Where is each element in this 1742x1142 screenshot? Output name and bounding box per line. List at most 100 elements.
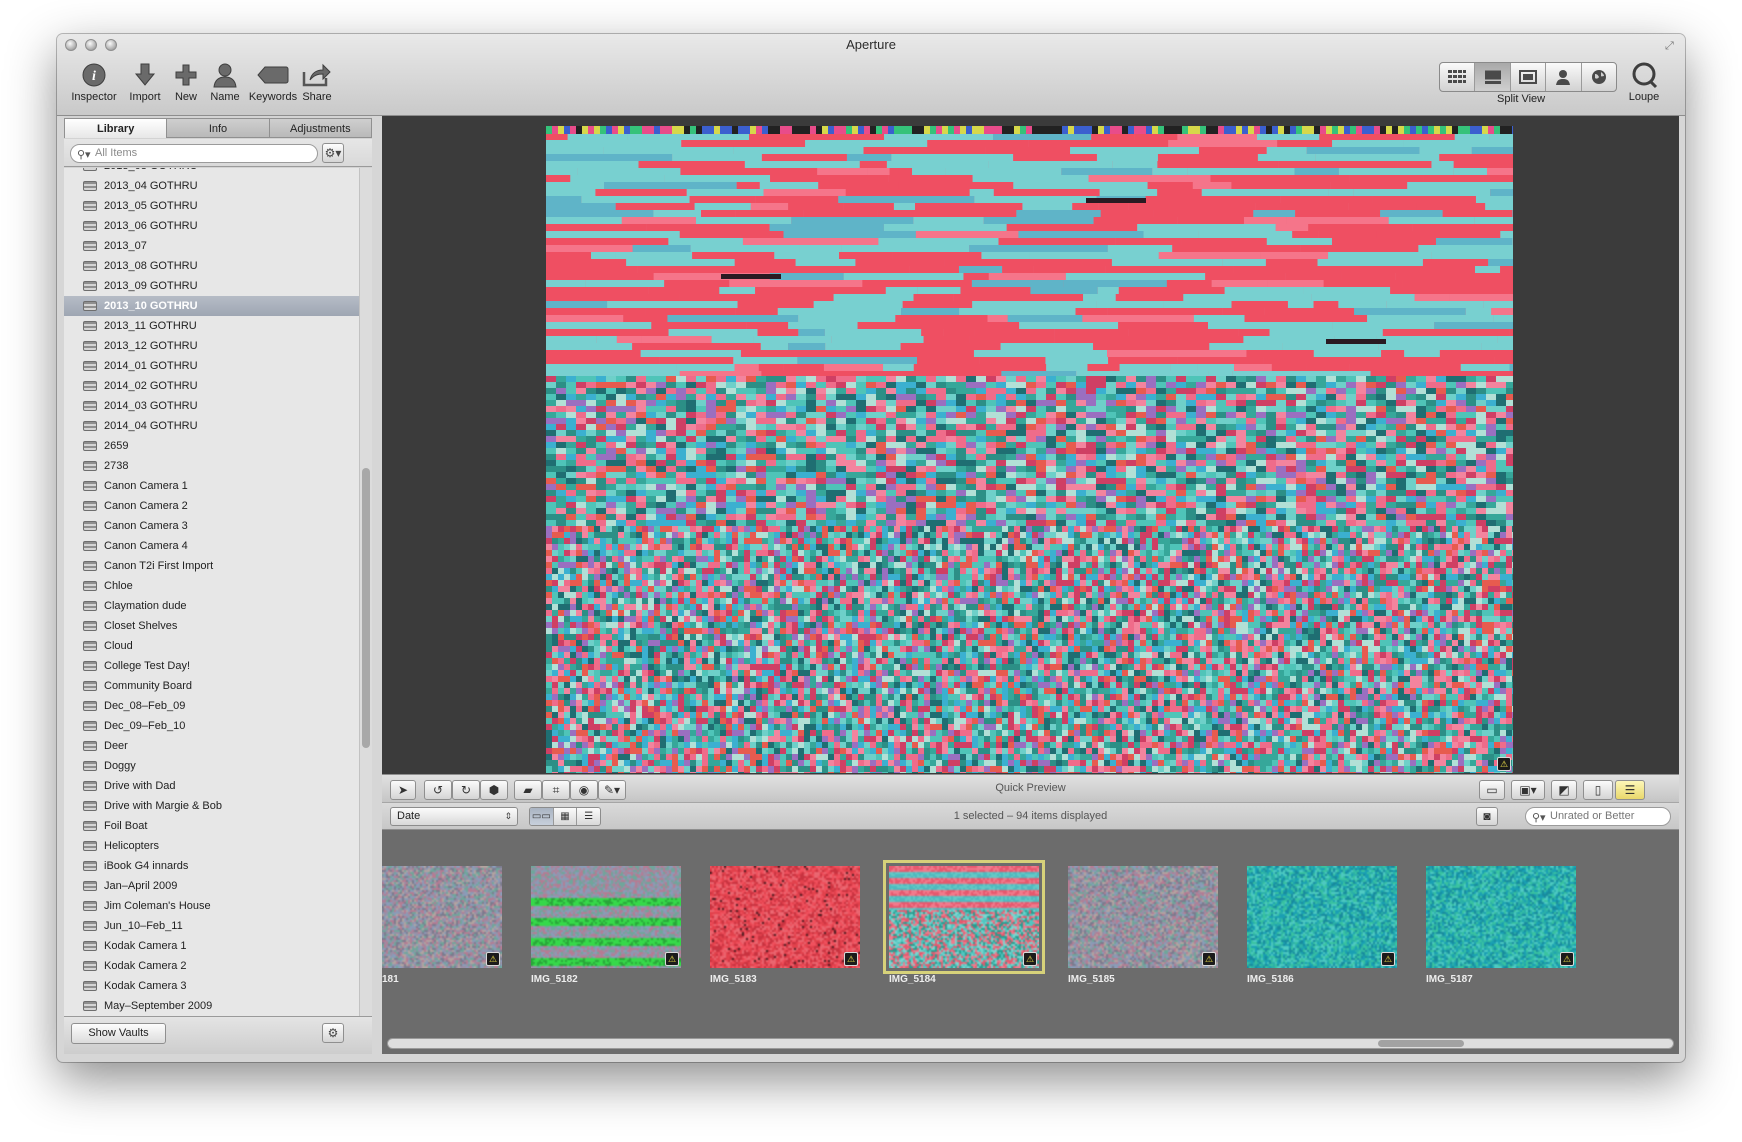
project-item[interactable]: Kodak Camera 2 <box>64 956 359 976</box>
project-item[interactable]: Kodak Camera 3 <box>64 976 359 996</box>
project-item[interactable]: Helicopters <box>64 836 359 856</box>
project-item[interactable]: Deer <box>64 736 359 756</box>
viewer-options-icon: ▣▾ <box>1519 783 1537 797</box>
rotate-right-button[interactable]: ↻ <box>452 780 480 800</box>
sort-select[interactable]: Date ⇕ <box>390 807 518 826</box>
project-item[interactable]: 2013_08 GOTHRU <box>64 256 359 276</box>
sidebar-tabs: Library Info Adjustments <box>64 118 372 138</box>
project-item[interactable]: 2013_06 GOTHRU <box>64 216 359 236</box>
filmstrip-thumbnail[interactable]: ⚠ IMG_5186 <box>1247 866 1397 985</box>
filmstrip-thumbnail[interactable]: ⚠ IMG_5183 <box>710 866 860 985</box>
project-item[interactable]: Dec_09–Feb_10 <box>64 716 359 736</box>
project-item[interactable]: Jan–April 2009 <box>64 876 359 896</box>
browser-view-button[interactable] <box>1440 63 1476 91</box>
project-item[interactable]: Canon Camera 2 <box>64 496 359 516</box>
project-item[interactable]: Closet Shelves <box>64 616 359 636</box>
rotate-left-button[interactable]: ↺ <box>424 780 452 800</box>
project-item[interactable]: Drive with Dad <box>64 776 359 796</box>
brush-button[interactable]: ✎▾ <box>598 780 626 800</box>
filmstrip-scrollbar[interactable] <box>387 1038 1674 1049</box>
browser-view-mode[interactable]: ▭▭ ▦ ☰ <box>529 807 601 826</box>
fullscreen-icon[interactable]: ⤢ <box>1665 40 1677 52</box>
project-item[interactable]: 2014_03 GOTHRU <box>64 396 359 416</box>
faces-button[interactable] <box>1546 63 1582 91</box>
project-item[interactable]: 2013_03 GOTHRU <box>64 168 359 176</box>
split-view-button[interactable] <box>1475 63 1511 91</box>
project-item[interactable]: Canon Camera 3 <box>64 516 359 536</box>
thumbnail-image <box>531 866 681 968</box>
project-item[interactable]: 2659 <box>64 436 359 456</box>
project-item[interactable]: Dec_08–Feb_09 <box>64 696 359 716</box>
tab-info[interactable]: Info <box>167 118 270 138</box>
inspector-button[interactable]: i Inspector <box>67 60 121 103</box>
project-item[interactable]: 2013_09 GOTHRU <box>64 276 359 296</box>
tab-adjustments[interactable]: Adjustments <box>269 118 372 138</box>
fullscreen-view-button[interactable]: ▭ <box>1479 780 1505 800</box>
project-item[interactable]: Chloe <box>64 576 359 596</box>
project-item[interactable]: iBook G4 innards <box>64 856 359 876</box>
project-item[interactable]: 2014_02 GOTHRU <box>64 376 359 396</box>
stamp-icon: ⬢ <box>488 783 500 797</box>
rating-filter-field[interactable]: ⚲▾ Unrated or Better <box>1525 807 1671 826</box>
project-item[interactable]: Drive with Margie & Bob <box>64 796 359 816</box>
library-search-input[interactable]: ⚲▾ All Items <box>70 144 318 163</box>
primary-only-button[interactable]: ▯ <box>1583 780 1613 800</box>
grid-mode-button[interactable]: ▦ <box>554 808 578 825</box>
name-button[interactable]: Name <box>198 60 252 103</box>
project-item[interactable]: 2013_04 GOTHRU <box>64 176 359 196</box>
project-item[interactable]: Claymation dude <box>64 596 359 616</box>
stack-mode-button[interactable]: ☰ <box>1615 780 1645 800</box>
query-hud-button[interactable]: ◙ <box>1476 807 1498 826</box>
project-item[interactable]: 2014_01 GOTHRU <box>64 356 359 376</box>
project-item[interactable]: 2014_04 GOTHRU <box>64 416 359 436</box>
filmstrip-thumbnail[interactable]: ⚠ IMG_5182 <box>531 866 681 985</box>
view-mode-segmented-control[interactable] <box>1439 62 1617 92</box>
show-vaults-button[interactable]: Show Vaults <box>71 1023 166 1044</box>
project-item[interactable]: Canon T2i First Import <box>64 556 359 576</box>
project-item[interactable]: Jun_10–Feb_11 <box>64 916 359 936</box>
viewer-button[interactable] <box>1511 63 1547 91</box>
red-eye-button[interactable]: ◉ <box>570 780 598 800</box>
project-item[interactable]: Community Board <box>64 676 359 696</box>
straighten-button[interactable]: ▰ <box>514 780 542 800</box>
filmstrip-thumbnail[interactable]: ⚠ IMG_5185 <box>1068 866 1218 985</box>
filmstrip-thumbnail[interactable]: ⚠ 181 <box>382 866 502 985</box>
main-photo[interactable]: ⚠ <box>546 126 1513 773</box>
project-item[interactable]: Kodak Camera 1 <box>64 936 359 956</box>
project-item-label: Canon Camera 2 <box>104 500 188 512</box>
filmstrip-thumbnail[interactable]: ⚠ IMG_5187 <box>1426 866 1576 985</box>
scrollbar-thumb[interactable] <box>1378 1040 1464 1047</box>
places-button[interactable] <box>1582 63 1616 91</box>
project-item[interactable]: Canon Camera 4 <box>64 536 359 556</box>
viewer-options-button[interactable]: ▣▾ <box>1511 780 1545 800</box>
selection-tool-button[interactable]: ➤ <box>390 780 416 800</box>
loupe-button[interactable]: Loupe <box>1617 60 1671 103</box>
tab-library[interactable]: Library <box>64 118 168 138</box>
project-item[interactable]: College Test Day! <box>64 656 359 676</box>
project-item[interactable]: 2013_12 GOTHRU <box>64 336 359 356</box>
project-item[interactable]: 2738 <box>64 456 359 476</box>
project-item[interactable]: Canon Camera 1 <box>64 476 359 496</box>
project-item[interactable]: Cloud <box>64 636 359 656</box>
library-action-gear-button[interactable]: ⚙▾ <box>322 143 344 163</box>
project-item[interactable]: Jim Coleman's House <box>64 896 359 916</box>
filmstrip-thumbnail[interactable]: ⚠ IMG_5184 <box>883 860 1045 985</box>
project-icon <box>83 841 97 851</box>
lift-stamp-button[interactable]: ⬢ <box>480 780 508 800</box>
scrollbar-thumb[interactable] <box>362 468 370 748</box>
share-button[interactable]: Share <box>290 60 344 103</box>
project-item[interactable]: 2013_07 <box>64 236 359 256</box>
hud-toggle-button[interactable]: ◩ <box>1551 780 1577 800</box>
project-item[interactable]: 2013_10 GOTHRU <box>64 296 359 316</box>
crop-button[interactable]: ⌗ <box>542 780 570 800</box>
project-item-label: Canon Camera 1 <box>104 480 188 492</box>
project-item[interactable]: Doggy <box>64 756 359 776</box>
project-item[interactable]: May–September 2009 <box>64 996 359 1016</box>
project-item[interactable]: 2013_11 GOTHRU <box>64 316 359 336</box>
list-mode-button[interactable]: ☰ <box>577 808 600 825</box>
project-item[interactable]: Foil Boat <box>64 816 359 836</box>
project-item[interactable]: 2013_05 GOTHRU <box>64 196 359 216</box>
filmstrip-mode-button[interactable]: ▭▭ <box>530 808 554 825</box>
vault-gear-button[interactable]: ⚙ <box>322 1023 344 1043</box>
project-list-scrollbar[interactable] <box>359 168 372 1016</box>
